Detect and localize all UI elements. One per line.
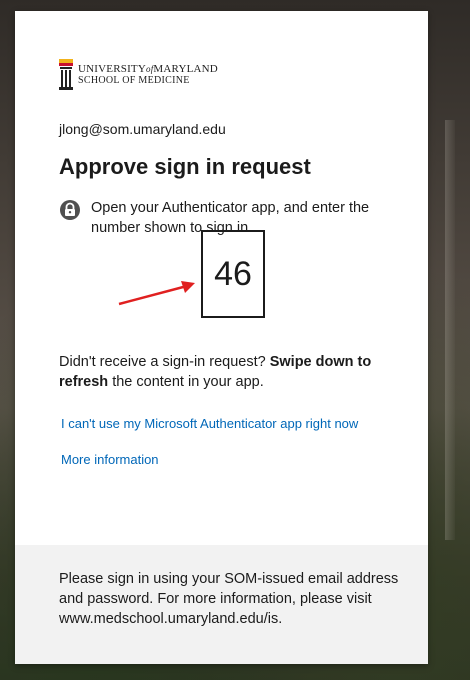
- logo-maryland: MARYLAND: [153, 63, 218, 75]
- org-logo: UNIVERSITYofMARYLAND SCHOOL OF MEDICINE: [59, 57, 218, 93]
- red-arrow-annotation-icon: [118, 281, 195, 306]
- sign-in-card: UNIVERSITYofMARYLAND SCHOOL OF MEDICINE …: [15, 11, 428, 664]
- account-identity: jlong@som.umaryland.edu: [59, 121, 226, 137]
- sign-in-hint: Didn't receive a sign-in request? Swipe …: [59, 352, 399, 392]
- footer-banner: Please sign in using your SOM-issued ema…: [15, 545, 428, 664]
- hint-suffix: the content in your app.: [108, 374, 264, 390]
- more-information-link[interactable]: More information: [61, 452, 159, 467]
- umaryland-crest-icon: [59, 59, 73, 91]
- logo-university: UNIVERSITY: [78, 63, 146, 75]
- hint-prefix: Didn't receive a sign-in request?: [59, 354, 270, 370]
- sign-in-number: 46: [201, 230, 265, 318]
- cant-use-authenticator-link[interactable]: I can't use my Microsoft Authenticator a…: [61, 416, 358, 431]
- logo-school: SCHOOL OF MEDICINE: [78, 75, 190, 86]
- background-column: [445, 120, 455, 540]
- footer-text: Please sign in using your SOM-issued ema…: [59, 571, 399, 627]
- lock-icon: [59, 199, 81, 221]
- page-title: Approve sign in request: [59, 154, 311, 179]
